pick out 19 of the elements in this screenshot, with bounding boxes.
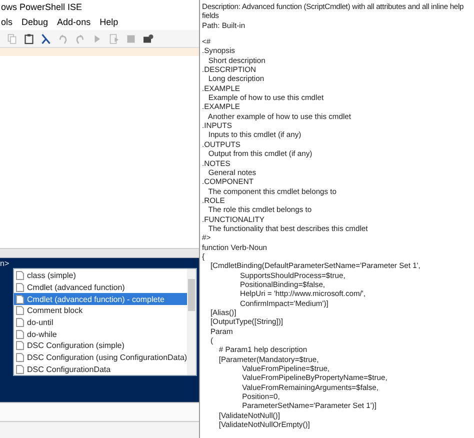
console-prompt: n> [0, 259, 10, 268]
scrollbar[interactable] [187, 269, 196, 375]
window-title: ows PowerShell ISE [0, 0, 200, 15]
menu-item[interactable]: Help [100, 15, 118, 30]
snippet-item[interactable]: DSC ConfigurationData [14, 363, 188, 376]
snippet-item[interactable]: class (simple) [14, 270, 188, 282]
snippet-item[interactable]: do-while [14, 328, 188, 340]
clipboard-icon[interactable] [23, 32, 35, 44]
snippet-item[interactable]: Comment block [14, 305, 188, 317]
menu-item[interactable]: Debug [22, 15, 48, 30]
menu-item[interactable]: Add-ons [57, 15, 91, 30]
snippet-item[interactable]: Cmdlet (advanced function) [14, 282, 188, 294]
snippet-item[interactable]: Cmdlet (advanced function) - complete [14, 293, 188, 306]
menu-item[interactable]: ols [1, 15, 13, 30]
chevron-icon[interactable] [40, 32, 52, 44]
snippet-item[interactable]: DSC Configuration (using ConfigurationData) [14, 352, 188, 364]
snippet-item[interactable]: DSC Configuration (simple) [14, 340, 188, 352]
snippet-item[interactable]: do-until [14, 316, 188, 328]
pane-splitter[interactable] [0, 248, 200, 258]
